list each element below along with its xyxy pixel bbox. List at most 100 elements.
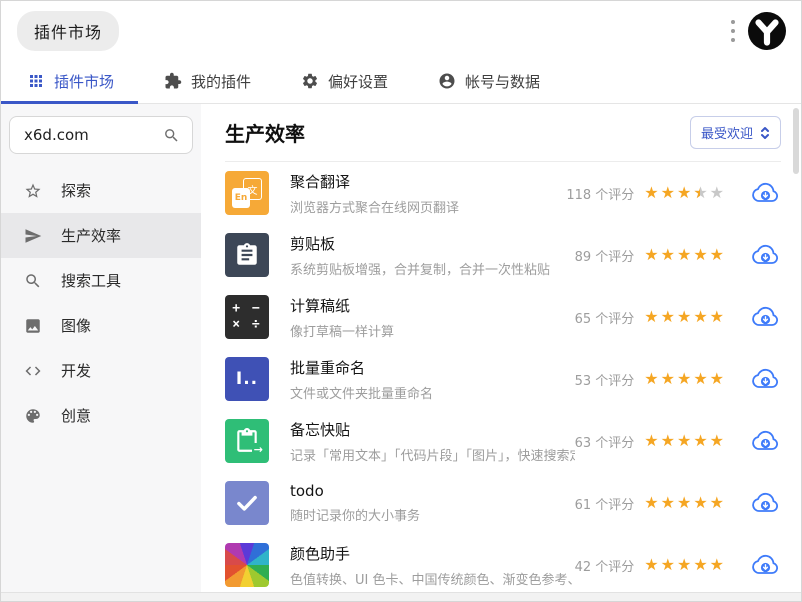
search-box[interactable] [9, 116, 193, 154]
utools-logo-icon [748, 12, 786, 50]
category-sidebar: 探索 生产效率 搜索工具 图像 开发 [1, 104, 201, 592]
sidebar-item-explore[interactable]: 探索 [1, 168, 201, 213]
plugin-icon-translate: 文 En [225, 171, 269, 215]
plugin-list-panel: 生产效率 最受欢迎 文 En 聚合翻译 浏览器方式聚合在线网页翻译 118 个评… [201, 104, 801, 592]
sort-arrows-icon [761, 126, 769, 139]
plugin-row[interactable]: 颜色助手 色值转换、UI 色卡、中国传统颜色、渐变色参考、图片颜色提取 42 个… [225, 534, 781, 592]
grid-icon [30, 75, 42, 87]
sidebar-item-label: 图像 [61, 317, 92, 335]
ratings-count: 89 个评分 [574, 249, 635, 265]
star-rating: ★ ★ ★ ★ ★ [644, 245, 724, 264]
paper-plane-icon [25, 228, 42, 243]
star-rating: ★ ★ ★ ★ ★ [644, 369, 724, 388]
plugin-row[interactable]: 剪贴板 系统剪贴板增强，合并复制，合并一次性粘贴 89 个评分 ★ ★ ★ ★ ★ [225, 224, 781, 286]
image-icon [26, 318, 40, 333]
window-header: 插件市场 [1, 1, 801, 61]
plugin-row[interactable]: I.. 批量重命名 文件或文件夹批量重命名 53 个评分 ★ ★ ★ ★ ★ [225, 348, 781, 410]
window-title-badge: 插件市场 [17, 11, 120, 51]
plugin-row[interactable]: todo 随时记录你的大小事务 61 个评分 ★ ★ ★ ★ ★ [225, 472, 781, 534]
ratings-count: 118 个评分 [566, 187, 635, 203]
puzzle-icon [165, 72, 182, 89]
horizontal-scrollbar[interactable] [1, 592, 801, 601]
vertical-scrollbar-thumb[interactable] [793, 108, 799, 174]
star-outline-icon [25, 183, 41, 198]
ratings-count: 53 个评分 [574, 373, 635, 389]
plugin-icon-todo [225, 481, 269, 525]
tab-bar: 插件市场 我的插件 偏好设置 帐号与数据 [1, 61, 801, 104]
plugin-row[interactable]: + − × ÷ 计算稿纸 像打草稿一样计算 65 个评分 ★ ★ ★ ★ ★ [225, 286, 781, 348]
ratings-count: 42 个评分 [574, 559, 635, 575]
tab-label: 帐号与数据 [465, 72, 541, 91]
plugin-name: 剪贴板 [290, 234, 336, 253]
sidebar-item-label: 探索 [61, 182, 92, 200]
plugin-description: 色值转换、UI 色卡、中国传统颜色、渐变色参考、图片颜色提取 [290, 572, 575, 588]
star-rating: ★ ★ ★ ★ ★ [644, 431, 724, 450]
plugin-description: 像打草稿一样计算 [290, 324, 395, 340]
magnifier-icon [26, 273, 40, 287]
ratings-count: 63 个评分 [574, 435, 635, 451]
plugin-description: 系统剪贴板增强，合并复制，合并一次性粘贴 [290, 262, 551, 278]
search-icon[interactable] [163, 127, 180, 144]
ratings-count: 61 个评分 [574, 497, 635, 513]
sidebar-item-label: 创意 [61, 407, 92, 425]
ratings-count: 65 个评分 [574, 311, 635, 327]
download-cloud-icon[interactable] [751, 306, 779, 328]
download-cloud-icon[interactable] [751, 492, 779, 514]
sidebar-item-label: 搜索工具 [61, 272, 122, 290]
sidebar-item-label: 生产效率 [61, 227, 122, 245]
plugin-name: 备忘快贴 [290, 420, 351, 439]
search-input[interactable] [24, 126, 163, 144]
star-rating: ★ ★ ★ ★ ★ [644, 493, 724, 512]
category-menu: 探索 生产效率 搜索工具 图像 开发 创意 [1, 168, 201, 438]
sort-dropdown[interactable]: 最受欢迎 [689, 116, 781, 149]
plugin-name: 聚合翻译 [290, 172, 351, 191]
kebab-menu-icon[interactable] [725, 16, 741, 46]
tab-my-plugins[interactable]: 我的插件 [138, 61, 275, 104]
plugin-icon-memo: → [225, 419, 269, 463]
star-rating: ★ ★ ★ ★ ★ [644, 555, 724, 574]
account-icon [439, 73, 455, 89]
download-cloud-icon[interactable] [751, 430, 779, 452]
download-cloud-icon[interactable] [751, 182, 779, 204]
tile-text: × ÷ [232, 317, 262, 332]
plugin-description: 随时记录你的大小事务 [290, 509, 421, 524]
code-icon [25, 366, 41, 375]
plugin-icon-colorwheel [225, 543, 269, 587]
sidebar-item-image[interactable]: 图像 [1, 303, 201, 348]
download-cloud-icon[interactable] [751, 244, 779, 266]
plugin-icon-clipboard [225, 233, 269, 277]
star-rating: ★ ★ ★ ★ ★ [644, 307, 724, 326]
plugin-description: 记录「常用文本」「代码片段」「图片」，快速搜索定位，回车粘贴 [290, 448, 575, 464]
plugin-row[interactable]: 文 En 聚合翻译 浏览器方式聚合在线网页翻译 118 个评分 ★★★★★★ [225, 162, 781, 224]
tab-plugin-market[interactable]: 插件市场 [1, 61, 139, 104]
sidebar-item-label: 开发 [61, 362, 92, 380]
plugin-name: 计算稿纸 [290, 296, 351, 315]
tab-label: 插件市场 [54, 72, 115, 91]
gear-icon [303, 73, 318, 89]
plugin-row[interactable]: → 备忘快贴 记录「常用文本」「代码片段」「图片」，快速搜索定位，回车粘贴 63… [225, 410, 781, 472]
star-rating: ★★★★★★ [644, 183, 724, 202]
tile-text: I.. [235, 369, 259, 389]
tab-account-data[interactable]: 帐号与数据 [412, 61, 564, 104]
tile-text: En [232, 188, 250, 208]
tab-label: 我的插件 [191, 72, 252, 91]
sidebar-item-creative[interactable]: 创意 [1, 393, 201, 438]
plugin-market-window: 插件市场 插件市场 我的插件 偏好设置 帐号与数据 x6d.com 探索 生产效… [0, 0, 802, 602]
plugin-icon-rename: I.. [225, 357, 269, 401]
tab-label: 偏好设置 [328, 72, 389, 91]
plugin-name: 批量重命名 [290, 358, 366, 377]
tile-text: + − [232, 300, 262, 316]
plugin-icon-calculator: + − × ÷ [225, 295, 269, 339]
tab-preferences[interactable]: 偏好设置 [275, 61, 412, 104]
palette-icon [26, 408, 40, 423]
download-cloud-icon[interactable] [751, 554, 779, 576]
sort-label: 最受欢迎 [700, 127, 753, 142]
sidebar-item-productivity[interactable]: 生产效率 [1, 213, 201, 258]
download-cloud-icon[interactable] [751, 368, 779, 390]
plugin-description: 文件或文件夹批量重命名 [290, 386, 434, 402]
sidebar-item-search-tools[interactable]: 搜索工具 [1, 258, 201, 303]
page-title: 生产效率 [225, 122, 305, 146]
sidebar-item-develop[interactable]: 开发 [1, 348, 201, 393]
plugin-name: 颜色助手 [290, 544, 351, 563]
checkmark-icon [237, 495, 257, 511]
